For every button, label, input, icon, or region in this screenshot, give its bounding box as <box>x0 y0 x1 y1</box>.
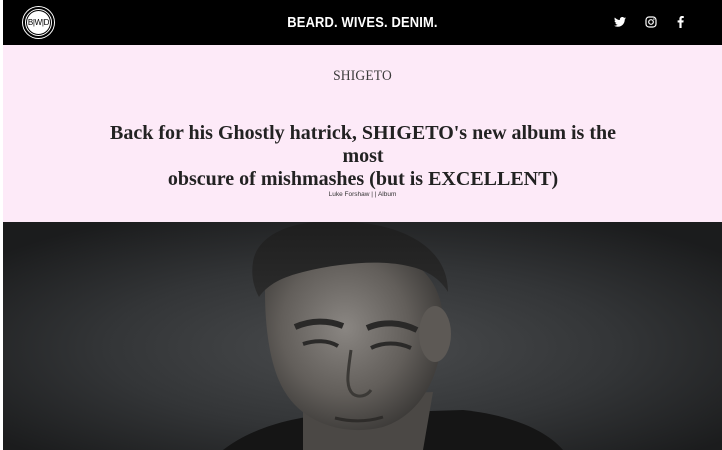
site-logo[interactable]: B|W|D <box>23 7 54 38</box>
instagram-icon <box>645 16 657 28</box>
headline-line-1: Back for his Ghostly hatrick, SHIGETO's … <box>109 122 616 167</box>
facebook-link[interactable] <box>673 13 687 31</box>
twitter-link[interactable] <box>612 13 628 31</box>
page: B|W|D BEARD. WIVES. DENIM. SHIGETO Back … <box>3 0 722 450</box>
author-link[interactable]: Luke Forshaw <box>329 191 370 198</box>
article-headline: Back for his Ghostly hatrick, SHIGETO's … <box>93 122 633 191</box>
article-header: SHIGETO Back for his Ghostly hatrick, SH… <box>3 45 722 222</box>
category-link[interactable]: Album <box>378 191 396 198</box>
headline-line-2: obscure of mishmashes (but is EXCELLENT) <box>167 168 559 190</box>
byline-separator: | <box>371 191 373 198</box>
byline-separator-2: | <box>374 191 377 198</box>
instagram-link[interactable] <box>643 13 659 31</box>
byline: Luke Forshaw | | Album <box>3 191 722 198</box>
facebook-icon <box>677 16 684 28</box>
logo-mark: B|W|D <box>26 10 51 35</box>
site-header: B|W|D BEARD. WIVES. DENIM. <box>3 0 722 45</box>
twitter-icon <box>614 17 626 27</box>
site-title: BEARD. WIVES. DENIM. <box>53 14 671 31</box>
site-title-link[interactable]: BEARD. WIVES. DENIM. <box>287 14 437 31</box>
featured-image <box>3 222 722 450</box>
artist-name: SHIGETO <box>333 68 392 84</box>
